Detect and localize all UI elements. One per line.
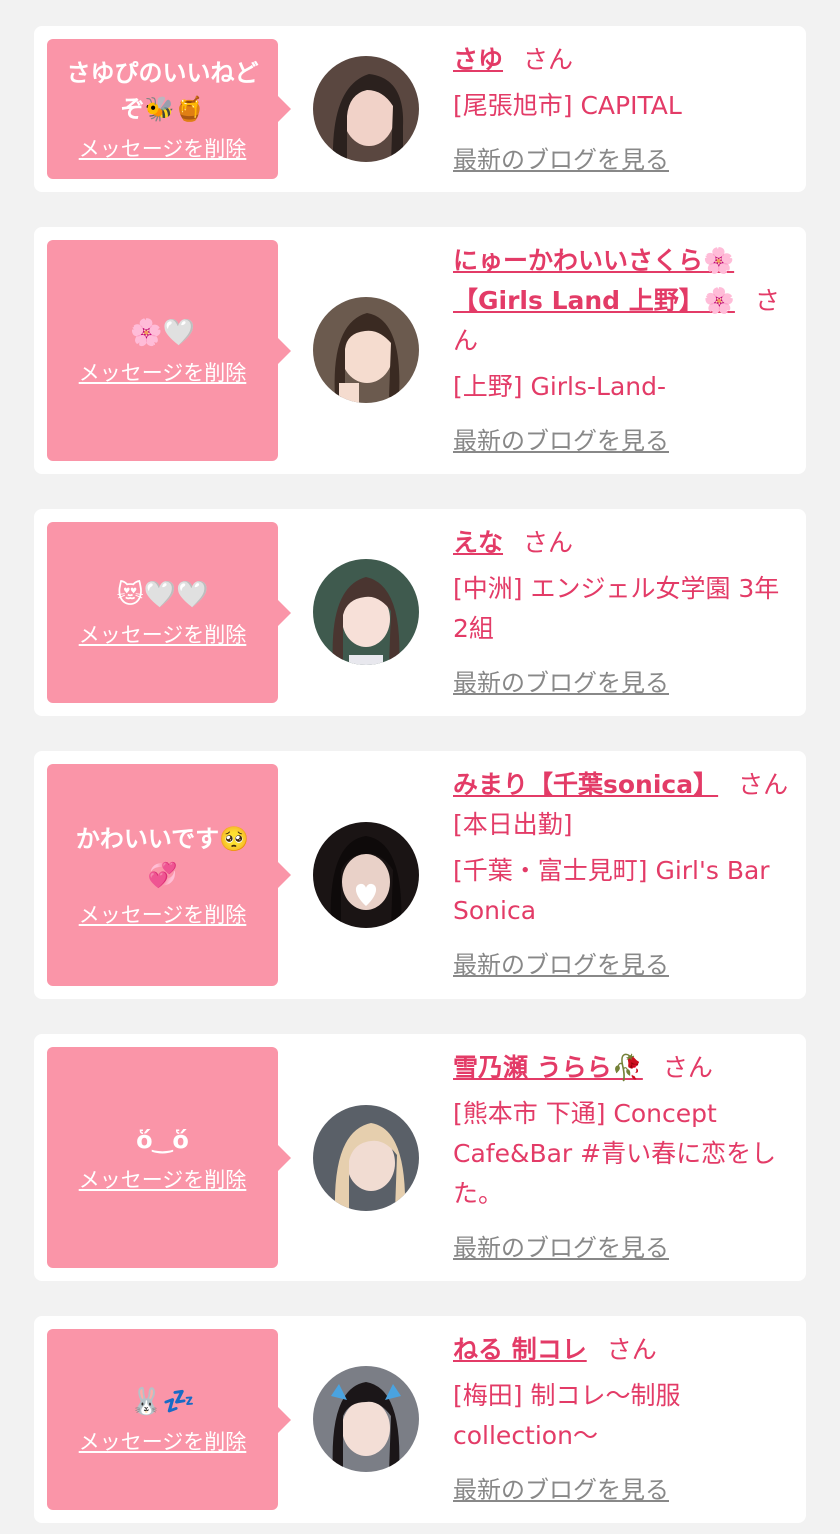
honorific: さん (606, 1335, 657, 1364)
avatar[interactable] (313, 297, 419, 403)
honorific: さん (523, 45, 574, 74)
shop-info: [千葉・富士見町] Girl's Bar Sonica (453, 856, 770, 925)
message-bubble: 🐰💤 メッセージを削除 (47, 1329, 291, 1510)
honorific: さん (662, 1053, 713, 1082)
user-name-link[interactable]: さゆ (453, 45, 503, 74)
avatar[interactable] (313, 1366, 419, 1472)
delete-message-link[interactable]: メッセージを削除 (79, 899, 247, 929)
message-bubble: 😻🤍🤍 メッセージを削除 (47, 522, 291, 703)
latest-blog-link[interactable]: 最新のブログを見る (453, 421, 669, 456)
latest-blog-link[interactable]: 最新のブログを見る (453, 945, 669, 980)
latest-blog-link[interactable]: 最新のブログを見る (453, 140, 669, 175)
message-card: 🐰💤 メッセージを削除 ねる 制コレ さん [梅田] 制コレ〜制服collecti… (34, 1316, 806, 1523)
user-name-link[interactable]: ねる 制コレ (453, 1335, 587, 1364)
shop-info: [中洲] エンジェル女学園 3年2組 (453, 574, 780, 643)
delete-message-link[interactable]: メッセージを削除 (79, 357, 247, 387)
message-bubble: 🌸🤍 メッセージを削除 (47, 240, 291, 461)
latest-blog-link[interactable]: 最新のブログを見る (453, 663, 669, 698)
delete-message-link[interactable]: メッセージを削除 (79, 1426, 247, 1456)
shop-info: [梅田] 制コレ〜制服collection〜 (453, 1381, 681, 1450)
message-card: さゆぴのいいねど ぞ🐝🍯 メッセージを削除 さゆ さん [尾張旭市] CAPITA… (34, 26, 806, 192)
avatar[interactable] (313, 56, 419, 162)
shop-info: [熊本市 下通] Concept Cafe&Bar #青い春に恋をした。 (453, 1099, 777, 1208)
user-info: みまり【千葉sonica】 さん[本日出勤] [千葉・富士見町] Girl's B… (453, 765, 793, 980)
message-card: 🌸🤍 メッセージを削除 にゅーかわいいさくら🌸【Girls Land 上野】🌸 さ… (34, 227, 806, 474)
user-name-link[interactable]: えな (453, 528, 503, 557)
message-card: かわいいです🥺 💞 メッセージを削除 みまり【千葉sonica】 さん[本日出勤]… (34, 751, 806, 999)
avatar[interactable] (313, 1105, 419, 1211)
message-text: 🌸🤍 (130, 317, 195, 348)
message-text: 🐰💤 (130, 1386, 195, 1417)
user-name-link[interactable]: 雪乃瀬 うらら🥀 (453, 1053, 643, 1082)
shop-info: [尾張旭市] CAPITAL (453, 91, 682, 120)
latest-blog-link[interactable]: 最新のブログを見る (453, 1470, 669, 1505)
latest-blog-link[interactable]: 最新のブログを見る (453, 1228, 669, 1263)
delete-message-link[interactable]: メッセージを削除 (79, 133, 247, 163)
message-text: さゆぴのいいねど ぞ🐝🍯 (66, 59, 259, 123)
message-list: さゆぴのいいねど ぞ🐝🍯 メッセージを削除 さゆ さん [尾張旭市] CAPITA… (0, 0, 840, 1534)
message-bubble: ὅ‿ὅ メッセージを削除 (47, 1047, 291, 1268)
message-text: ὅ‿ὅ (136, 1125, 189, 1154)
user-name-link[interactable]: みまり【千葉sonica】 (453, 770, 718, 799)
user-info: えな さん [中洲] エンジェル女学園 3年2組 最新のブログを見る (453, 523, 793, 698)
message-card: 😻🤍🤍 メッセージを削除 えな さん [中洲] エンジェル女学園 3年2組 最新の… (34, 509, 806, 716)
message-text: 😻🤍🤍 (116, 579, 209, 610)
user-info: にゅーかわいいさくら🌸【Girls Land 上野】🌸 さん [上野] Girls… (453, 241, 793, 456)
message-text: かわいいです🥺 💞 (75, 825, 250, 889)
message-bubble: かわいいです🥺 💞 メッセージを削除 (47, 764, 291, 986)
avatar[interactable] (313, 559, 419, 665)
honorific: さん (523, 528, 574, 557)
message-card: ὅ‿ὅ メッセージを削除 雪乃瀬 うらら🥀 さん [熊本市 下通] Concept… (34, 1034, 806, 1281)
shop-info: [上野] Girls-Land- (453, 372, 667, 401)
user-info: さゆ さん [尾張旭市] CAPITAL 最新のブログを見る (453, 40, 793, 175)
delete-message-link[interactable]: メッセージを削除 (79, 619, 247, 649)
avatar[interactable] (313, 822, 419, 928)
delete-message-link[interactable]: メッセージを削除 (79, 1164, 247, 1194)
message-bubble: さゆぴのいいねど ぞ🐝🍯 メッセージを削除 (47, 39, 291, 179)
user-name-link[interactable]: にゅーかわいいさくら🌸【Girls Land 上野】🌸 (453, 246, 735, 315)
user-info: ねる 制コレ さん [梅田] 制コレ〜制服collection〜 最新のブログを見… (453, 1330, 793, 1505)
user-info: 雪乃瀬 うらら🥀 さん [熊本市 下通] Concept Cafe&Bar #青い… (453, 1048, 793, 1263)
